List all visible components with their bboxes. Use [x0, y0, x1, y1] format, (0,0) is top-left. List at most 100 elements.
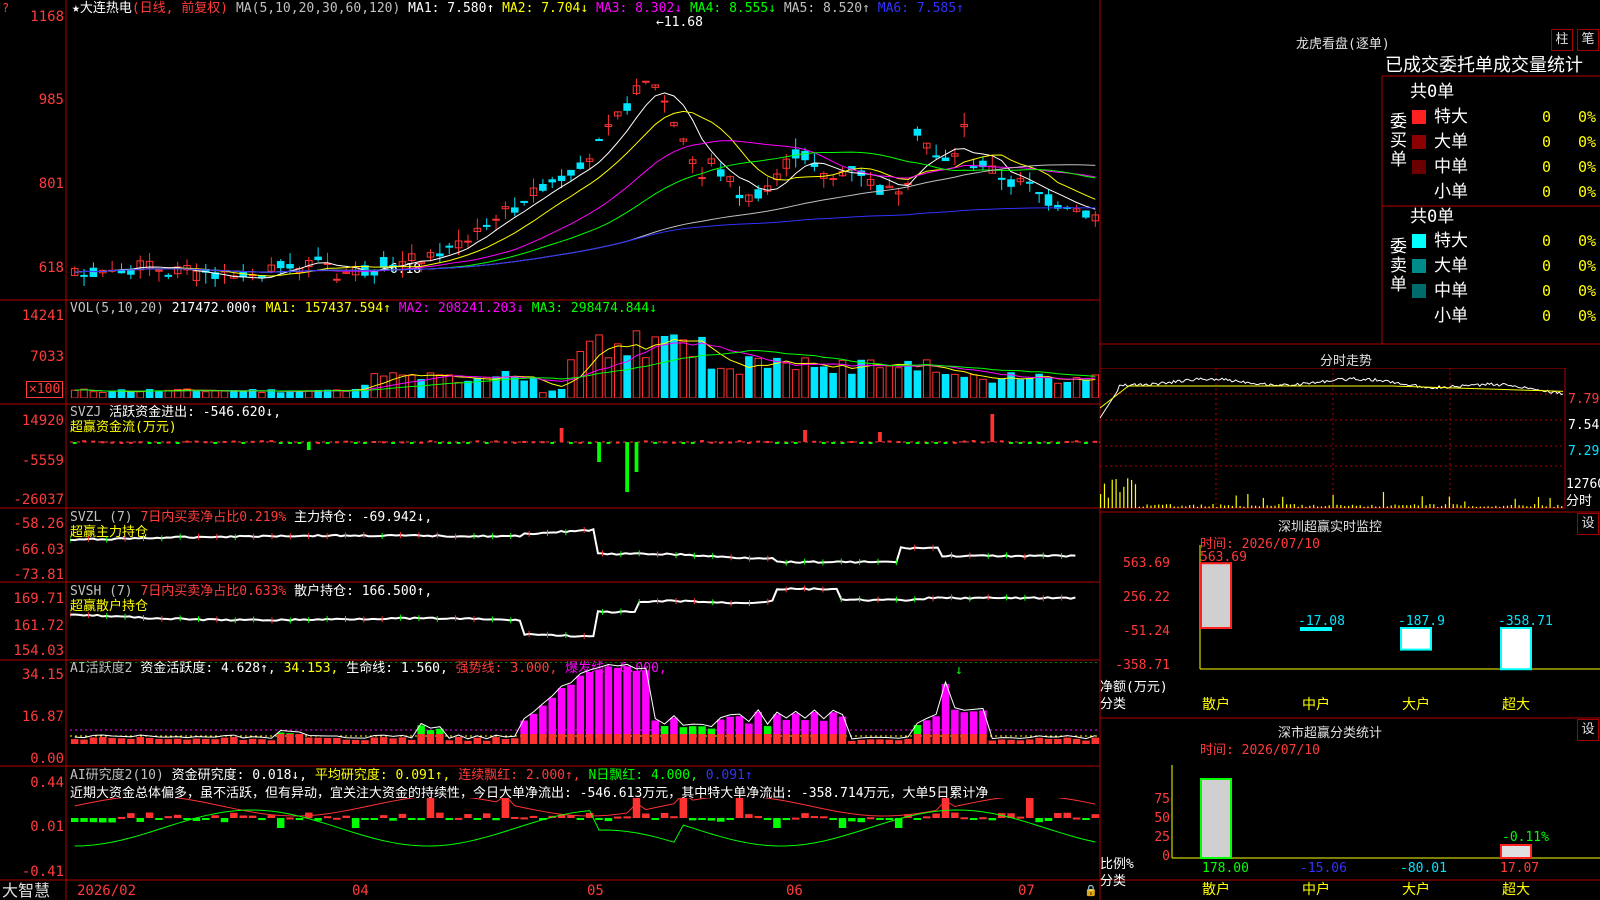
activity-bar	[286, 733, 294, 734]
candlestick-chart[interactable]: * * * * * * *	[70, 16, 1100, 296]
monitor-value-label: -17.08	[1298, 614, 1345, 629]
volume-bar	[642, 357, 650, 398]
activity-bar	[539, 705, 547, 734]
intraday-vol-bar	[1131, 479, 1133, 508]
activity-bar	[951, 709, 959, 734]
research-bar	[370, 818, 379, 820]
research-bar	[1044, 818, 1053, 822]
activity-base-bar	[763, 734, 772, 744]
activity-base-bar	[473, 737, 482, 744]
volume-bar	[192, 390, 201, 398]
volume-chart[interactable]	[70, 314, 1100, 398]
bar-tab-button[interactable]: 柱	[1551, 29, 1573, 51]
flow-bar	[297, 442, 302, 444]
main-header: ★大连热电(日线, 前复权) MA(5,10,20,30,60,120) MA1…	[72, 1, 964, 16]
activity-base-bar	[595, 734, 603, 744]
intraday-vol-bar	[1165, 504, 1168, 508]
candle-body	[791, 149, 800, 159]
retail-holding-chart[interactable]	[70, 584, 1100, 660]
sz-monitor-chart[interactable]: 563.69 256.22 -51.24 -358.71 563.69 -17.08 -18…	[1100, 545, 1600, 720]
category-label: 超大	[1502, 697, 1530, 713]
candle-body	[1044, 194, 1053, 206]
volume-bar	[716, 367, 725, 398]
sz-class-settings-button[interactable]: 设	[1577, 719, 1599, 741]
activity-bar	[548, 697, 556, 734]
volume-bar	[857, 359, 866, 398]
axis-tick: 801	[38, 176, 64, 192]
activity-base-bar	[801, 734, 809, 744]
axis-tick: 0.00	[30, 751, 64, 767]
category-label: 中户	[1302, 696, 1330, 713]
intraday-vol-bar	[1441, 505, 1443, 508]
capital-flow-chart[interactable]	[70, 406, 1100, 506]
axis-tick: 618	[38, 260, 64, 276]
axis-tick: 169.71	[13, 591, 64, 607]
research-bar	[323, 816, 332, 819]
research-bar	[342, 815, 350, 818]
intraday-vol-bar	[1499, 506, 1501, 508]
flow-bar	[765, 441, 770, 444]
research-chart[interactable]	[70, 798, 1100, 882]
intraday-vol-tick: 12760	[1566, 477, 1600, 492]
candle-body	[276, 261, 285, 269]
intraday-chart[interactable]	[1100, 368, 1568, 510]
period-mode[interactable]: (日线, 前复权)	[132, 1, 228, 16]
flow-bar	[447, 442, 452, 444]
sz-class-chart[interactable]: 75 50 25 0 -0.11% 178.00 -15.06 -80.01 17.07 散户 中户…	[1100, 755, 1600, 900]
candle-body	[997, 177, 1006, 180]
candle-body	[576, 162, 585, 169]
volume-bar	[885, 365, 894, 398]
intraday-vol-bar	[1115, 479, 1117, 508]
sz-monitor-settings-button[interactable]: 设	[1577, 513, 1599, 535]
activity-base-bar	[351, 739, 360, 744]
activity-chart[interactable]: ↓	[70, 662, 1100, 768]
activity-base-bar	[988, 740, 997, 744]
intraday-vol-bar	[1530, 506, 1532, 508]
activity-base-bar	[192, 738, 201, 744]
activity-base-bar	[361, 740, 369, 744]
activity-base-bar	[501, 739, 510, 744]
intraday-vol-bar	[1390, 505, 1392, 508]
volume-bar	[960, 376, 969, 398]
axis-tick: 14920	[21, 413, 64, 429]
flow-bar	[466, 442, 470, 444]
intraday-vol-bar	[1150, 505, 1152, 508]
lock-icon[interactable]: 🔒	[1084, 883, 1098, 898]
intraday-vol-bar	[1421, 496, 1423, 508]
flow-bar	[484, 442, 489, 444]
intraday-vol-bar	[1475, 506, 1478, 508]
intraday-vol-bar	[1491, 506, 1493, 508]
activity-bar	[670, 717, 678, 734]
aiyj-extra: 0.091↑	[705, 768, 753, 783]
main-force-holding-chart[interactable]	[70, 510, 1100, 582]
activity-base-bar	[754, 734, 762, 744]
order-size-label: 中单	[1434, 281, 1468, 301]
intraday-vol-bar	[1231, 505, 1233, 508]
volume-bar	[894, 367, 903, 398]
candle-body	[1007, 179, 1015, 187]
flow-bar	[821, 442, 826, 444]
activity-base-bar	[136, 737, 144, 744]
intraday-vol-bar	[1472, 506, 1474, 508]
research-bar	[520, 817, 528, 820]
vol-unit-badge[interactable]: ×100	[26, 381, 64, 398]
intraday-vol-bar	[1456, 504, 1458, 508]
activity-base-bar	[164, 739, 173, 744]
activity-base-bar	[258, 739, 266, 744]
research-bar	[220, 818, 229, 823]
volume-bar	[1007, 372, 1015, 398]
flow-bar	[1018, 442, 1023, 444]
legend-swatch	[1412, 135, 1426, 149]
activity-bar	[426, 730, 435, 734]
tick-tab-button[interactable]: 笔	[1577, 29, 1599, 51]
intraday-vol-bar	[1386, 506, 1388, 508]
flow-bar	[316, 441, 321, 444]
activity-base-bar	[529, 734, 538, 744]
intraday-vol-bar	[1413, 504, 1416, 508]
flow-bar	[185, 440, 189, 443]
longhu-title: 龙虎看盘(逐单)	[1296, 37, 1390, 52]
intraday-vol-bar	[1103, 483, 1106, 508]
intraday-vol-bar	[1526, 506, 1528, 508]
volume-bar	[557, 388, 566, 398]
intraday-vol-bar	[1177, 506, 1179, 508]
